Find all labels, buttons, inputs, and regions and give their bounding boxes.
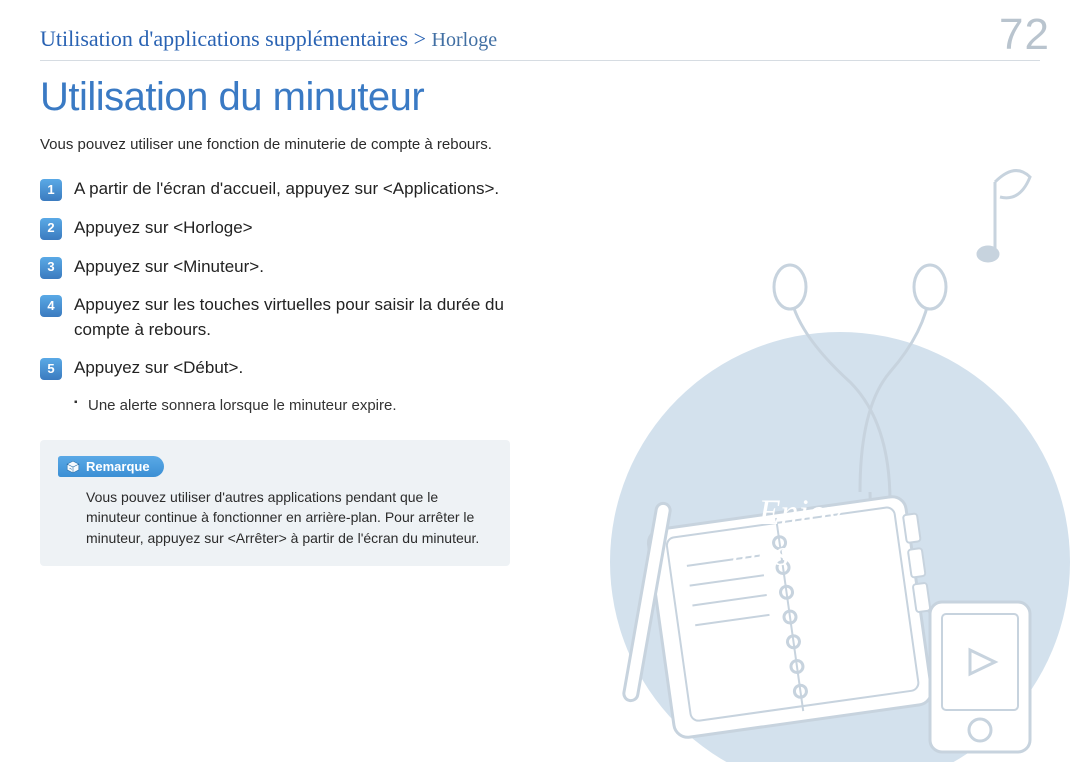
music-note-icon bbox=[978, 171, 1030, 261]
note-text: Vous pouvez utiliser d'autres applicatio… bbox=[86, 487, 492, 548]
step-text: Appuyez sur <Minuteur>. bbox=[74, 255, 264, 280]
media-player-icon bbox=[930, 602, 1030, 752]
page-number: 72 bbox=[999, 10, 1050, 60]
manual-page: 72 Utilisation d'applications supplément… bbox=[0, 0, 1080, 762]
earphones-icon bbox=[774, 265, 946, 612]
decor-text: Enjoy music life bbox=[731, 492, 870, 575]
steps-list: 1 A partir de l'écran d'accueil, appuyez… bbox=[40, 177, 510, 381]
decor-text-line1: Enjoy bbox=[731, 492, 870, 533]
breadcrumb-parent: Utilisation d'applications supplémentair… bbox=[40, 26, 408, 51]
note-tag: Remarque bbox=[58, 456, 164, 477]
step-number-badge: 2 bbox=[40, 218, 62, 240]
step-text: Appuyez sur les touches virtuelles pour … bbox=[74, 293, 510, 342]
step-text: A partir de l'écran d'accueil, appuyez s… bbox=[74, 177, 499, 202]
cube-icon bbox=[66, 460, 80, 474]
breadcrumb: Utilisation d'applications supplémentair… bbox=[40, 26, 1040, 52]
step-item: 3 Appuyez sur <Minuteur>. bbox=[40, 255, 510, 280]
breadcrumb-current: Horloge bbox=[432, 29, 498, 51]
decorative-illustration: Enjoy music life bbox=[600, 122, 1080, 762]
step-number-badge: 4 bbox=[40, 295, 62, 317]
sub-bullet-list: Une alerte sonnera lorsque le minuteur e… bbox=[74, 395, 514, 416]
section-title: Utilisation du minuteur bbox=[40, 75, 1040, 120]
intro-text: Vous pouvez utiliser une fonction de min… bbox=[40, 135, 510, 155]
sub-bullet-item: Une alerte sonnera lorsque le minuteur e… bbox=[74, 395, 514, 416]
step-number-badge: 3 bbox=[40, 257, 62, 279]
step-item: 1 A partir de l'écran d'accueil, appuyez… bbox=[40, 177, 510, 202]
step-item: 4 Appuyez sur les touches virtuelles pou… bbox=[40, 293, 510, 342]
step-item: 5 Appuyez sur <Début>. bbox=[40, 356, 510, 381]
step-number-badge: 5 bbox=[40, 358, 62, 380]
divider bbox=[40, 60, 1040, 61]
note-box: Remarque Vous pouvez utiliser d'autres a… bbox=[40, 440, 510, 566]
breadcrumb-separator: > bbox=[414, 26, 426, 51]
decor-text-line2: music life bbox=[731, 533, 870, 574]
planner-icon bbox=[623, 495, 934, 739]
step-number-badge: 1 bbox=[40, 179, 62, 201]
step-item: 2 Appuyez sur <Horloge> bbox=[40, 216, 510, 241]
step-text: Appuyez sur <Début>. bbox=[74, 356, 243, 381]
note-label: Remarque bbox=[86, 459, 150, 474]
step-text: Appuyez sur <Horloge> bbox=[74, 216, 253, 241]
